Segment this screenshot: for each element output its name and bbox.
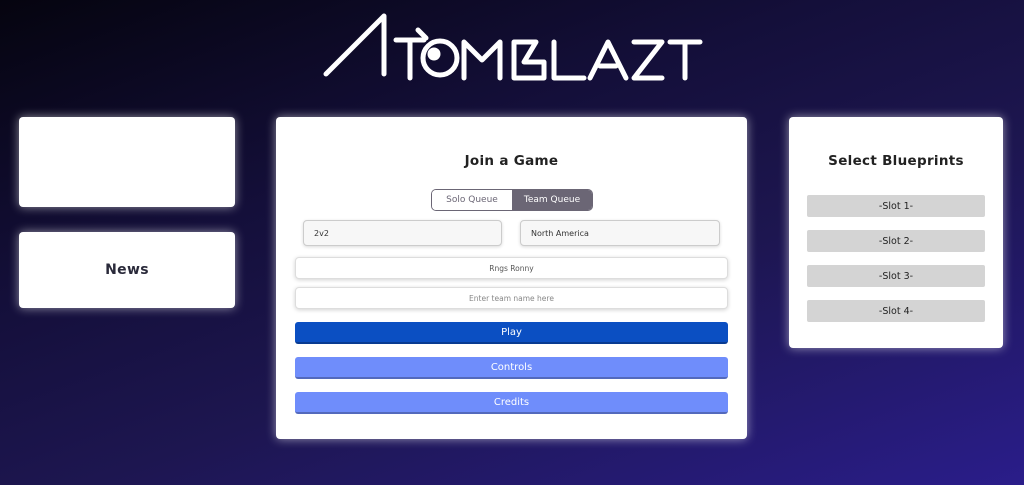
blueprint-slot-2[interactable]: -Slot 2- — [807, 230, 985, 252]
credits-button[interactable]: Credits — [295, 392, 728, 414]
play-button[interactable]: Play — [295, 322, 728, 344]
blueprint-slot-3[interactable]: -Slot 3- — [807, 265, 985, 287]
news-title: News — [105, 262, 149, 278]
news-panel: News — [19, 232, 235, 308]
player-name-input[interactable]: Rngs Ronny — [295, 257, 728, 279]
blueprint-slot-4[interactable]: -Slot 4- — [807, 300, 985, 322]
blueprint-slot-1[interactable]: -Slot 1- — [807, 195, 985, 217]
team-queue-tab[interactable]: Team Queue — [512, 190, 592, 210]
blueprints-panel: Select Blueprints -Slot 1- -Slot 2- -Slo… — [789, 117, 1003, 348]
promo-panel — [19, 117, 235, 207]
solo-queue-tab[interactable]: Solo Queue — [432, 190, 512, 210]
team-name-input[interactable]: Enter team name here — [295, 287, 728, 309]
join-game-panel: Join a Game Solo Queue Team Queue 2v2 No… — [276, 117, 747, 439]
game-mode-select[interactable]: 2v2 — [303, 220, 502, 246]
queue-toggle: Solo Queue Team Queue — [431, 189, 593, 211]
blueprints-title: Select Blueprints — [828, 153, 964, 169]
atomblast-logo — [323, 13, 703, 81]
region-select[interactable]: North America — [520, 220, 720, 246]
controls-button[interactable]: Controls — [295, 357, 728, 379]
join-game-title: Join a Game — [464, 153, 559, 169]
